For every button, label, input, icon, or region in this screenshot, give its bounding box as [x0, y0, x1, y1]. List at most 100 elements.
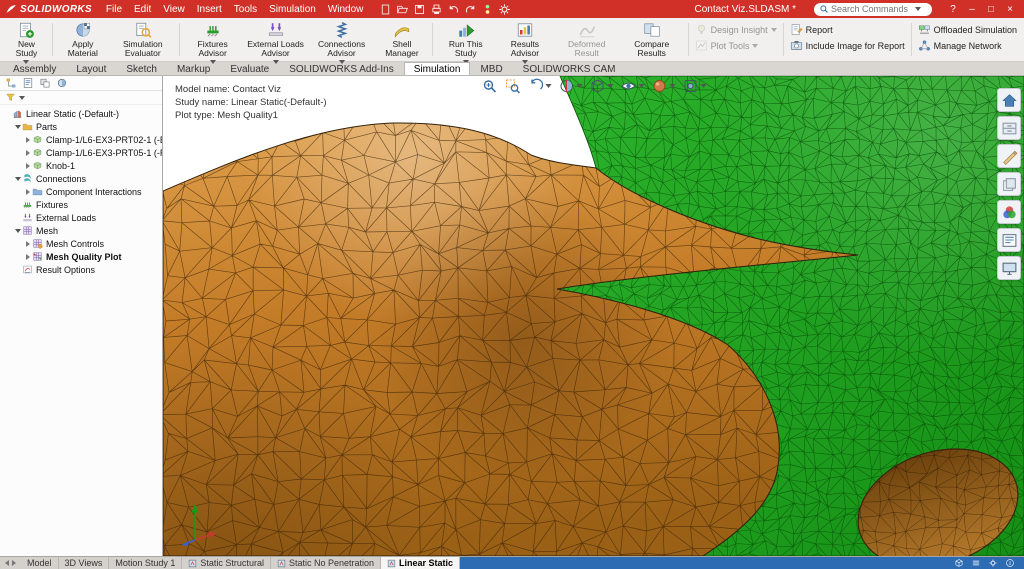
bottomtab-static-no-penetration[interactable]: Static No Penetration — [271, 557, 381, 569]
view-settings-button[interactable] — [682, 78, 706, 94]
tree-item-clamp-1-l6-ex3-prt02-1-brass[interactable]: Clamp-1/L6-EX3-PRT02-1 (-Brass-) — [0, 133, 162, 146]
menu-simulation[interactable]: Simulation — [263, 3, 322, 16]
apply-material-button[interactable]: Apply Material — [56, 19, 110, 60]
tab-evaluate[interactable]: Evaluate — [220, 62, 279, 75]
expand-down-icon[interactable] — [13, 229, 22, 233]
menu-view[interactable]: View — [157, 3, 191, 16]
expand-right-icon[interactable] — [23, 137, 32, 143]
dropdown-icon[interactable] — [771, 28, 777, 32]
offloaded-simulation-button[interactable]: Offloaded Simulation — [918, 23, 1017, 36]
dropdown-icon[interactable] — [638, 84, 644, 88]
fixtures-advisor-button[interactable]: Fixtures Advisor — [183, 19, 243, 60]
dropdown-icon[interactable] — [545, 84, 551, 88]
undo-icon[interactable] — [447, 3, 460, 16]
prev-view-button[interactable] — [527, 78, 551, 94]
tree-item-fixtures[interactable]: Fixtures — [0, 198, 162, 211]
connections-advisor-button[interactable]: Connections Advisor — [309, 19, 375, 60]
tree-item-component-interactions[interactable]: Component Interactions — [0, 185, 162, 198]
tree-item-result-options[interactable]: Result Options — [0, 263, 162, 276]
tree-item-knob-1[interactable]: Knob-1 — [0, 159, 162, 172]
tab-mbd[interactable]: MBD — [470, 62, 512, 75]
section-view-button[interactable] — [558, 78, 582, 94]
status-gear-icon[interactable] — [988, 558, 998, 568]
drawer-button[interactable] — [997, 116, 1021, 140]
expand-right-icon[interactable] — [23, 254, 32, 260]
open-icon[interactable] — [396, 3, 409, 16]
menu-file[interactable]: File — [100, 3, 128, 16]
list-panel-button[interactable] — [997, 228, 1021, 252]
menu-window[interactable]: Window — [322, 3, 370, 16]
print-icon[interactable] — [430, 3, 443, 16]
color-wheel-button[interactable] — [997, 200, 1021, 224]
filter-funnel-icon[interactable] — [5, 92, 16, 103]
bottomtab-3d-views[interactable]: 3D Views — [59, 557, 110, 569]
zoom-area-button[interactable] — [504, 78, 520, 94]
simulation-evaluator-button[interactable]: Simulation Evaluator — [110, 19, 176, 60]
bottomtab-motion-study-1[interactable]: Motion Study 1 — [109, 557, 182, 569]
tree-item-external-loads[interactable]: External Loads — [0, 211, 162, 224]
dropdown-icon[interactable] — [669, 84, 675, 88]
options-icon[interactable] — [498, 3, 511, 16]
expand-right-icon[interactable] — [23, 150, 32, 156]
monitor-button[interactable] — [997, 256, 1021, 280]
help-button[interactable]: ? — [944, 2, 962, 16]
tab-markup[interactable]: Markup — [167, 62, 220, 75]
tab-solidworks-cam[interactable]: SOLIDWORKS CAM — [513, 62, 626, 75]
display-style-button[interactable] — [589, 78, 613, 94]
bottomtab-model[interactable]: Model — [21, 557, 59, 569]
manage-network-button[interactable]: Manage Network — [918, 39, 1017, 52]
new-study-button[interactable]: New Study — [4, 19, 49, 60]
compare-results-button[interactable]: Compare Results — [619, 19, 685, 60]
search-box[interactable] — [814, 3, 932, 16]
maximize-button[interactable]: □ — [982, 2, 1000, 16]
filter-dropdown-icon[interactable] — [19, 96, 25, 100]
appearances-button[interactable] — [651, 78, 675, 94]
run-this-study-button[interactable]: Run This Study — [436, 19, 495, 60]
status-info-icon[interactable] — [1005, 558, 1015, 568]
model-mesh-view[interactable] — [163, 76, 1024, 556]
tab-assembly[interactable]: Assembly — [3, 62, 66, 75]
status-layers-icon[interactable] — [971, 558, 981, 568]
tree-item-clamp-1-l6-ex3-prt05-1-rubber[interactable]: Clamp-1/L6-EX3-PRT05-1 (-Rubber-) — [0, 146, 162, 159]
expand-right-icon[interactable] — [23, 163, 32, 169]
expand-down-icon[interactable] — [13, 125, 22, 129]
tree-item-mesh[interactable]: Mesh — [0, 224, 162, 237]
dropdown-icon[interactable] — [700, 84, 706, 88]
tab-simulation[interactable]: Simulation — [404, 62, 471, 75]
dropdown-icon[interactable] — [576, 84, 582, 88]
tree-item-linear-static-default[interactable]: Linear Static (-Default-) — [0, 107, 162, 120]
expand-right-icon[interactable] — [23, 241, 32, 247]
configuration-manager-icon[interactable] — [39, 77, 51, 89]
graphics-area[interactable]: Model name: Contact Viz Study name: Line… — [163, 76, 1024, 556]
display-manager-icon[interactable] — [56, 77, 68, 89]
tab-sketch[interactable]: Sketch — [116, 62, 167, 75]
hide-show-button[interactable] — [620, 78, 644, 94]
close-button[interactable]: × — [1001, 2, 1019, 16]
expand-right-icon[interactable] — [23, 189, 32, 195]
external-loads-advisor-button[interactable]: External Loads Advisor — [243, 19, 309, 60]
redo-icon[interactable] — [464, 3, 477, 16]
tree-item-mesh-quality-plot[interactable]: Mesh Quality Plot — [0, 250, 162, 263]
menu-insert[interactable]: Insert — [191, 3, 228, 16]
scroll-tabs-right-icon[interactable] — [12, 560, 16, 566]
save-icon[interactable] — [413, 3, 426, 16]
draft-button[interactable] — [997, 144, 1021, 168]
tree-item-connections[interactable]: Connections — [0, 172, 162, 185]
report-button[interactable]: Report — [790, 23, 905, 36]
tab-solidworks-add-ins[interactable]: SOLIDWORKS Add-Ins — [279, 62, 403, 75]
new-doc-icon[interactable] — [379, 3, 392, 16]
home-button[interactable] — [997, 88, 1021, 112]
deformed-result-button[interactable]: Deformed Result — [555, 19, 619, 60]
results-advisor-button[interactable]: Results Advisor — [495, 19, 554, 60]
sheets-button[interactable] — [997, 172, 1021, 196]
plot-tools-button[interactable]: Plot Tools — [695, 39, 777, 52]
include-image-for-report-button[interactable]: Include Image for Report — [790, 39, 905, 52]
design-insight-button[interactable]: Design Insight — [695, 23, 777, 36]
minimize-button[interactable]: – — [963, 2, 981, 16]
bottomtab-static-structural[interactable]: Static Structural — [182, 557, 271, 569]
feature-manager-icon[interactable] — [5, 77, 17, 89]
shell-manager-button[interactable]: Shell Manager — [375, 19, 430, 60]
search-dropdown-icon[interactable] — [915, 7, 921, 11]
scroll-tabs-left-icon[interactable] — [5, 560, 9, 566]
bottomtab-linear-static[interactable]: Linear Static — [381, 557, 460, 569]
